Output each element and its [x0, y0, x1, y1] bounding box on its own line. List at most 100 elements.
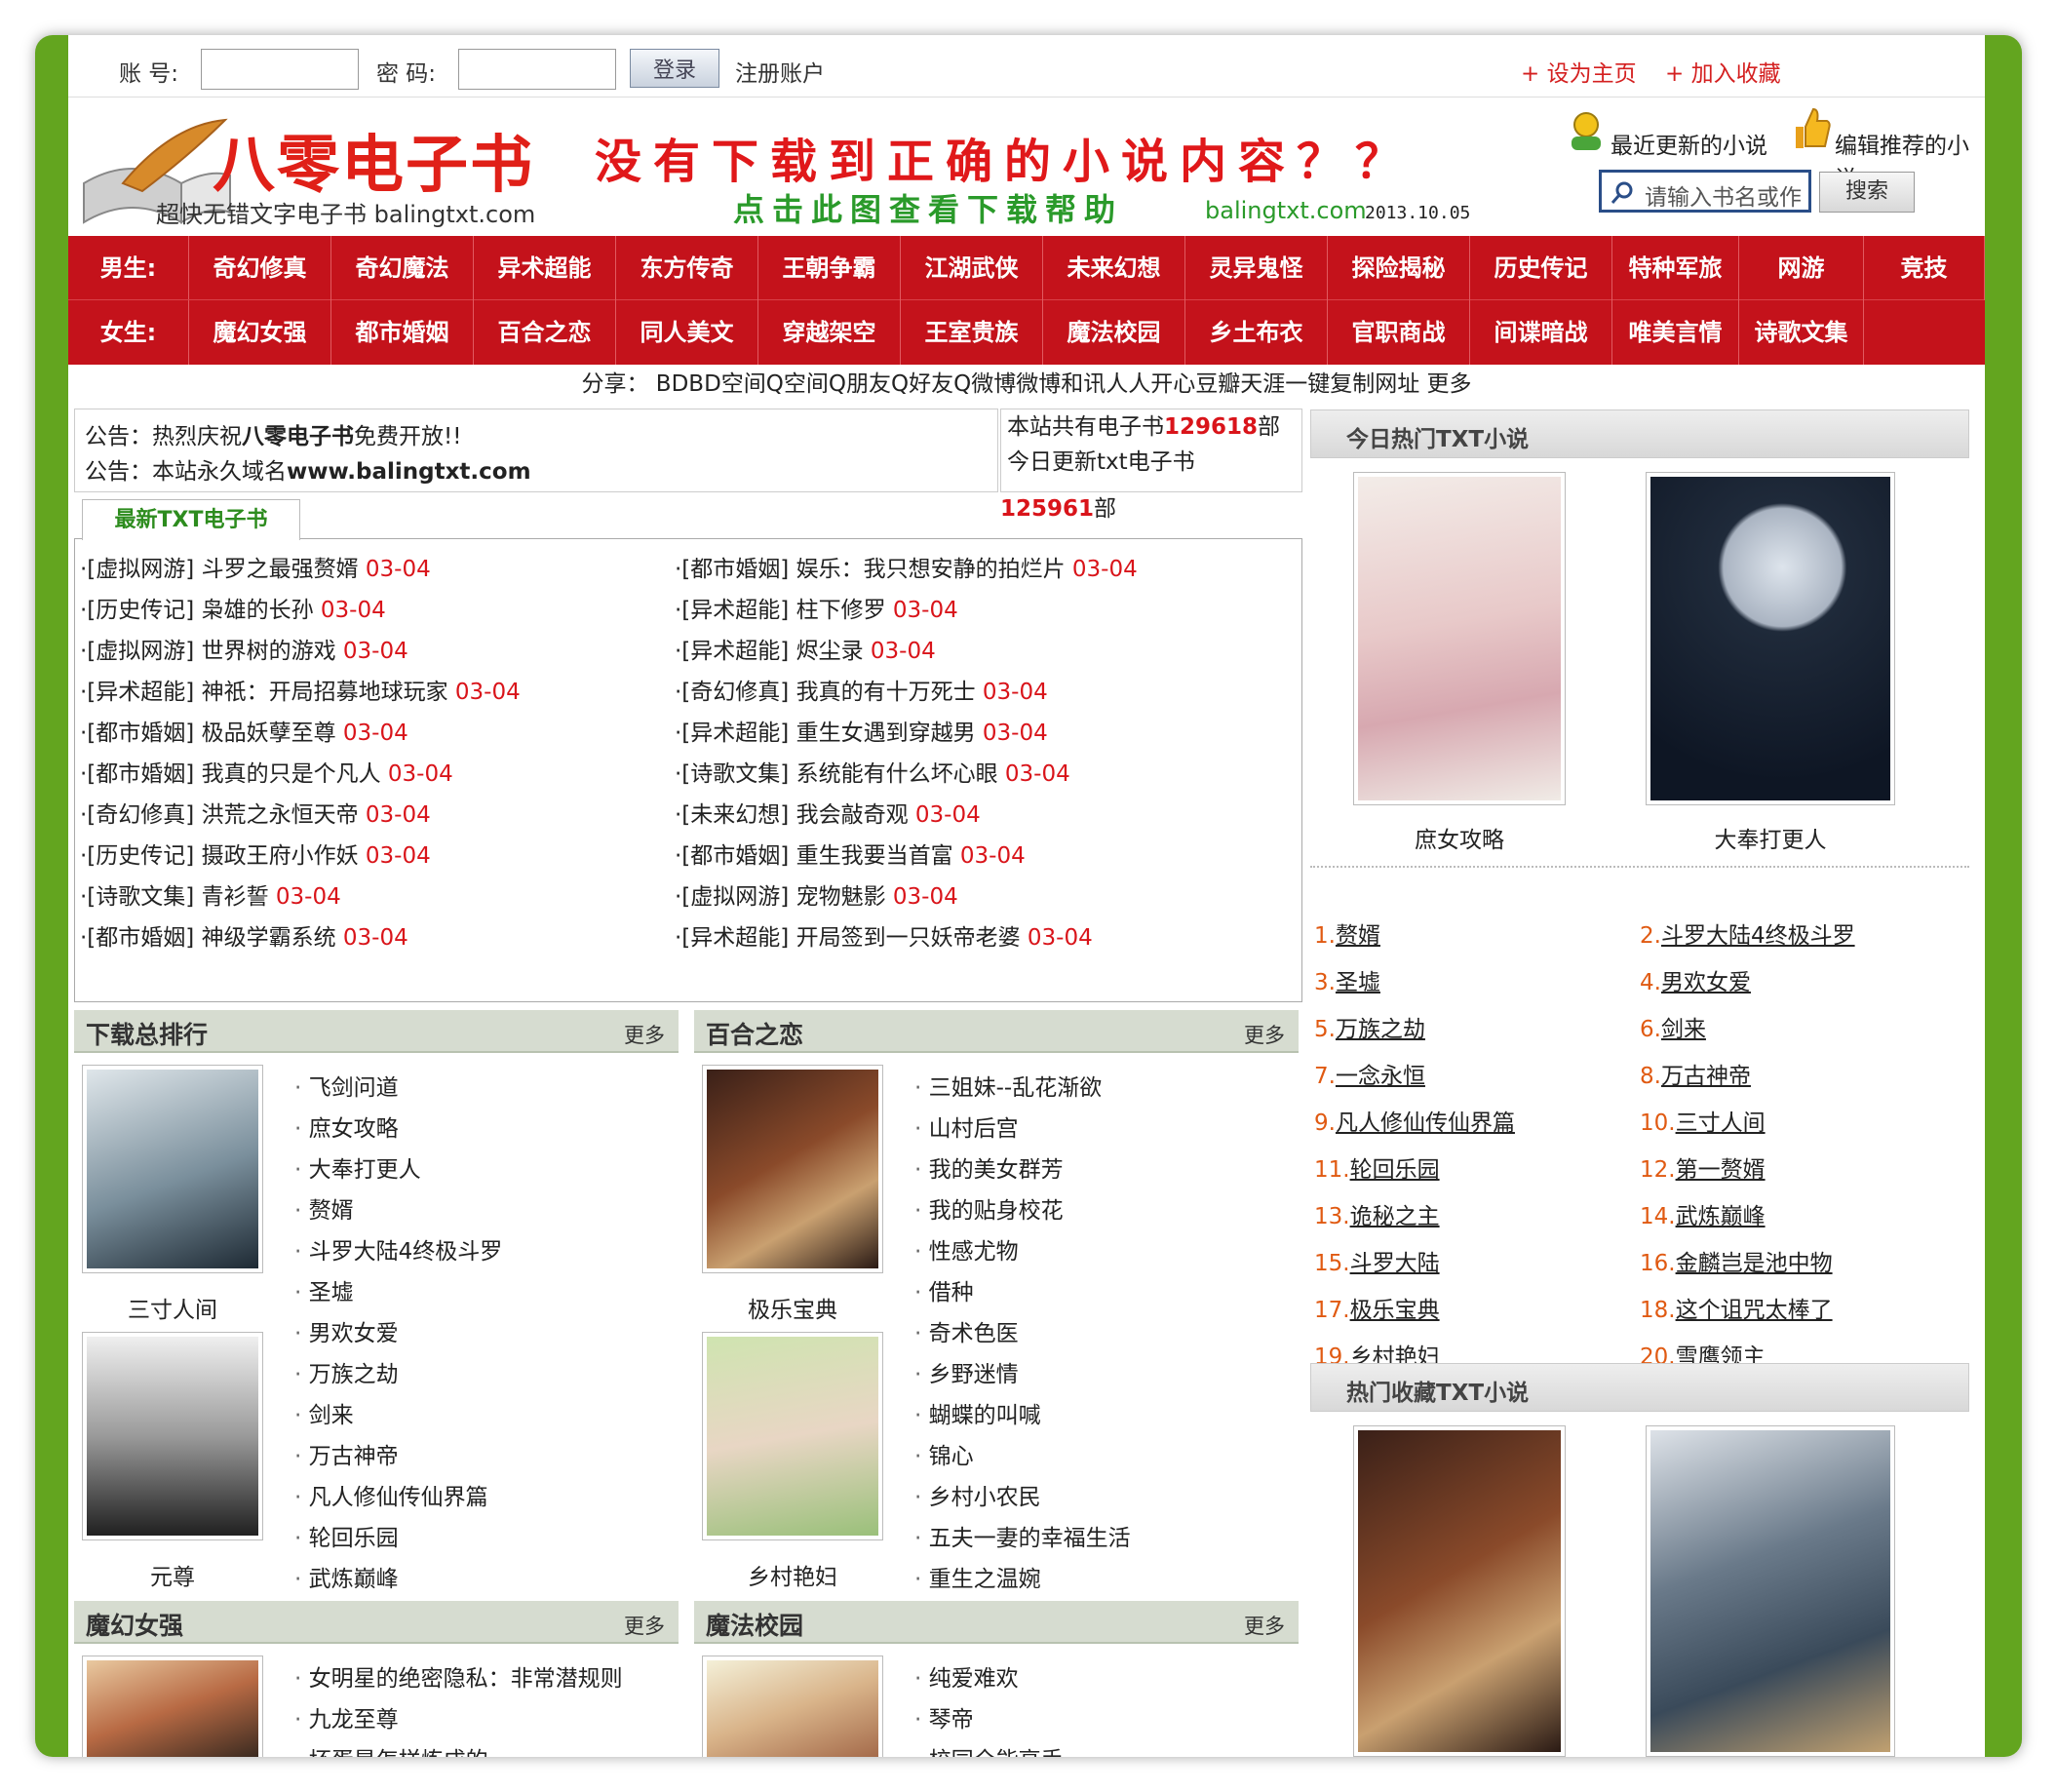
rank-book-title[interactable]: 斗罗大陆: [1350, 1251, 1440, 1276]
newest-book-item[interactable]: ·[都市婚姻] 神级学霸系统 03-04: [80, 918, 408, 952]
nav-item-male[interactable]: 王朝争霸: [758, 236, 901, 300]
nav-item-female[interactable]: 百合之恋: [474, 300, 616, 365]
book-cover[interactable]: [702, 1656, 883, 1757]
book-cover[interactable]: [82, 1065, 263, 1273]
nav-item-male[interactable]: 网游: [1739, 236, 1864, 300]
newest-book-title[interactable]: 娱乐：我只想安静的拍烂片: [796, 557, 1066, 582]
newest-book-category[interactable]: ·[异术超能]: [675, 598, 789, 623]
newest-book-title[interactable]: 斗罗之最强赘婿: [202, 557, 359, 582]
book-cover-title[interactable]: 庶女攻略: [1353, 821, 1566, 854]
newest-book-item[interactable]: ·[虚拟网游] 世界树的游戏 03-04: [80, 632, 408, 665]
nav-item-male[interactable]: 异术超能: [474, 236, 616, 300]
nav-item-female[interactable]: 魔幻女强: [189, 300, 331, 365]
hot-rank-item[interactable]: 1.赘婿: [1314, 916, 1380, 950]
book-cover[interactable]: [82, 1656, 263, 1757]
book-list-item[interactable]: 万古神帝: [294, 1437, 399, 1470]
hot-rank-item[interactable]: 15.斗罗大陆: [1314, 1244, 1440, 1277]
book-list-item[interactable]: 校园全能高手: [914, 1741, 1064, 1757]
newest-book-title[interactable]: 宠物魅影: [796, 884, 886, 910]
book-list-item[interactable]: 我的美女群芳: [914, 1150, 1064, 1184]
rank-book-title[interactable]: 第一赘婿: [1676, 1157, 1766, 1183]
book-list-item[interactable]: 坏蛋是怎样炼成的: [294, 1741, 488, 1757]
password-input[interactable]: [458, 49, 616, 90]
book-list-item[interactable]: 奇术色医: [914, 1314, 1019, 1347]
newest-book-category[interactable]: ·[虚拟网游]: [80, 557, 194, 582]
hot-rank-item[interactable]: 3.圣墟: [1314, 963, 1380, 996]
newest-book-title[interactable]: 神祇：开局招募地球玩家: [202, 680, 448, 705]
rank-book-title[interactable]: 凡人修仙传仙界篇: [1336, 1110, 1515, 1136]
newest-book-item[interactable]: ·[都市婚姻] 重生我要当首富 03-04: [675, 837, 1026, 870]
rank-book-title[interactable]: 男欢女爱: [1661, 970, 1751, 995]
nav-item-male[interactable]: 竞技: [1864, 236, 1985, 300]
newest-book-title[interactable]: 我真的有十万死士: [796, 680, 976, 705]
newest-book-category[interactable]: ·[都市婚姻]: [675, 843, 789, 869]
book-cover[interactable]: [82, 1332, 263, 1540]
nav-item-male[interactable]: 奇幻修真: [189, 236, 331, 300]
rank-book-title[interactable]: 剑来: [1661, 1017, 1706, 1042]
newest-book-title[interactable]: 洪荒之永恒天帝: [202, 802, 359, 828]
book-list-item[interactable]: 飞剑问道: [294, 1069, 399, 1102]
newest-book-item[interactable]: ·[诗歌文集] 青衫誓 03-04: [80, 877, 341, 911]
tab-newest-txt[interactable]: 最新TXT电子书: [82, 499, 300, 540]
newest-book-category[interactable]: ·[诗歌文集]: [80, 884, 194, 910]
nav-item-male[interactable]: 灵异鬼怪: [1185, 236, 1328, 300]
newest-book-title[interactable]: 重生女遇到穿越男: [796, 721, 976, 746]
book-list-item[interactable]: 凡人修仙传仙界篇: [294, 1478, 488, 1511]
rank-book-title[interactable]: 三寸人间: [1676, 1110, 1766, 1136]
rank-book-title[interactable]: 圣墟: [1336, 970, 1380, 995]
rank-book-title[interactable]: 一念永恒: [1336, 1064, 1425, 1089]
help-banner-title[interactable]: 没有下载到正确的小说内容？？: [595, 123, 1414, 191]
newest-book-item[interactable]: ·[都市婚姻] 极品妖孽至尊 03-04: [80, 714, 408, 747]
nav-item-female[interactable]: 魔法校园: [1043, 300, 1185, 365]
nav-item-male[interactable]: 东方传奇: [616, 236, 758, 300]
help-banner-subtitle[interactable]: 点击此图查看下载帮助: [733, 185, 1123, 230]
more-link[interactable]: 更多: [1244, 1611, 1285, 1640]
hot-rank-item[interactable]: 16.金麟岂是池中物: [1640, 1244, 1833, 1277]
newest-book-title[interactable]: 神级学霸系统: [202, 925, 336, 951]
book-cover[interactable]: [702, 1332, 883, 1540]
more-link[interactable]: 更多: [624, 1611, 665, 1640]
nav-item-female[interactable]: 官职商战: [1328, 300, 1470, 365]
newest-book-category[interactable]: ·[异术超能]: [80, 680, 194, 705]
nav-item-female[interactable]: 同人美文: [616, 300, 758, 365]
newest-book-category[interactable]: ·[异术超能]: [675, 639, 789, 664]
nav-item-male[interactable]: 江湖武侠: [901, 236, 1043, 300]
newest-book-category[interactable]: ·[奇幻修真]: [675, 680, 789, 705]
newest-book-category[interactable]: ·[异术超能]: [675, 721, 789, 746]
nav-item-male[interactable]: 未来幻想: [1043, 236, 1185, 300]
rank-book-title[interactable]: 轮回乐园: [1350, 1157, 1440, 1183]
nav-item-male[interactable]: 奇幻魔法: [331, 236, 474, 300]
more-link[interactable]: 更多: [1244, 1020, 1285, 1049]
rank-book-title[interactable]: 万族之劫: [1336, 1017, 1425, 1042]
newest-book-category[interactable]: ·[都市婚姻]: [675, 557, 789, 582]
book-cover-title[interactable]: 大奉打更人: [1646, 821, 1895, 854]
account-input[interactable]: [201, 49, 359, 90]
hot-rank-item[interactable]: 10.三寸人间: [1640, 1104, 1766, 1137]
book-list-item[interactable]: 万族之劫: [294, 1355, 399, 1388]
newest-book-title[interactable]: 我真的只是个凡人: [202, 761, 381, 787]
newest-book-item[interactable]: ·[异术超能] 神祇：开局招募地球玩家 03-04: [80, 673, 521, 706]
nav-item-female[interactable]: 唯美言情: [1612, 300, 1739, 365]
newest-book-title[interactable]: 开局签到一只妖帝老婆: [796, 925, 1021, 951]
hot-rank-item[interactable]: 5.万族之劫: [1314, 1010, 1425, 1043]
login-button[interactable]: 登录: [630, 49, 719, 88]
book-list-item[interactable]: 五夫一妻的幸福生活: [914, 1519, 1131, 1552]
hot-rank-item[interactable]: 9.凡人修仙传仙界篇: [1314, 1104, 1515, 1137]
nav-item-male[interactable]: 特种军旅: [1612, 236, 1739, 300]
newest-book-category[interactable]: ·[虚拟网游]: [675, 884, 789, 910]
book-cover-title[interactable]: 极乐宝典: [702, 1291, 883, 1324]
newest-book-item[interactable]: ·[诗歌文集] 系统能有什么坏心眼 03-04: [675, 755, 1070, 788]
book-list-item[interactable]: 乡村小农民: [914, 1478, 1041, 1511]
nav-item-female[interactable]: 诗歌文集: [1739, 300, 1864, 365]
book-cover[interactable]: [1353, 472, 1566, 805]
newest-book-category[interactable]: ·[未来幻想]: [675, 802, 789, 828]
hot-rank-item[interactable]: 8.万古神帝: [1640, 1057, 1751, 1090]
newest-book-title[interactable]: 柱下修罗: [796, 598, 886, 623]
book-list-item[interactable]: 我的贴身校花: [914, 1191, 1064, 1225]
hot-rank-item[interactable]: 18.这个诅咒太棒了: [1640, 1291, 1833, 1324]
search-input[interactable]: 请输入书名或作: [1599, 170, 1811, 213]
hot-rank-item[interactable]: 12.第一赘婿: [1640, 1150, 1766, 1184]
book-list-item[interactable]: 山村后宫: [914, 1110, 1019, 1143]
set-home-link[interactable]: + 设为主页: [1521, 55, 1637, 88]
book-list-item[interactable]: 乡野迷情: [914, 1355, 1019, 1388]
